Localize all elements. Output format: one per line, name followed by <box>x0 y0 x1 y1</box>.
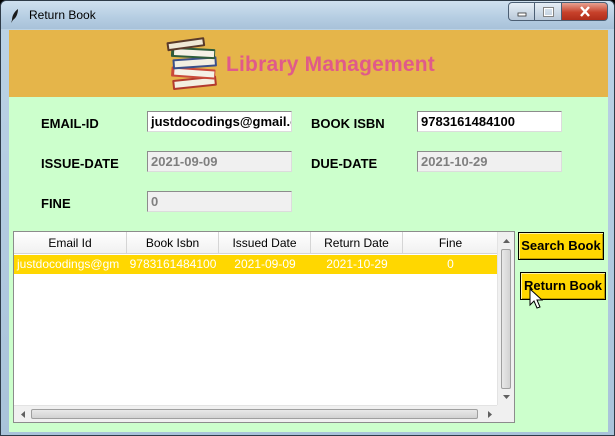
cell-isbn: 9783161484100 <box>129 257 217 271</box>
scroll-up-arrow[interactable] <box>498 232 515 249</box>
scroll-right-arrow[interactable] <box>481 406 498 423</box>
app-title: Library Management <box>226 53 435 76</box>
cell-return: 2021-10-29 <box>326 257 388 271</box>
close-button[interactable] <box>562 2 608 21</box>
issue-date-label: ISSUE-DATE <box>41 156 119 171</box>
feather-icon <box>11 9 18 23</box>
fine-field: 0 <box>147 191 292 212</box>
column-header-email[interactable]: Email Id <box>14 232 127 254</box>
maximize-icon <box>542 6 554 17</box>
email-label: EMAIL-ID <box>41 116 99 131</box>
scrollbar-corner <box>497 405 514 422</box>
app-window: Return Book Library Management EMAIL-ID … <box>0 0 615 436</box>
maximize-button[interactable] <box>535 2 562 21</box>
vertical-scrollbar[interactable] <box>497 232 514 405</box>
cell-issued: 2021-09-09 <box>234 257 296 271</box>
fine-label: FINE <box>41 196 71 211</box>
horizontal-scroll-thumb[interactable] <box>31 409 478 419</box>
chevron-up-icon <box>503 238 510 243</box>
issue-date-field: 2021-09-09 <box>147 151 292 172</box>
close-icon <box>579 6 590 17</box>
column-header-isbn[interactable]: Book Isbn <box>127 232 219 254</box>
chevron-right-icon <box>487 411 492 418</box>
due-date-label: DUE-DATE <box>311 156 378 171</box>
vertical-scroll-thumb[interactable] <box>501 249 511 389</box>
minimize-icon <box>517 12 526 16</box>
books-table[interactable]: Email Id Book Isbn Issued Date Return Da… <box>13 231 515 423</box>
chevron-left-icon <box>20 411 25 418</box>
email-field[interactable]: justdocodings@gmail.c <box>147 111 292 132</box>
due-date-field: 2021-10-29 <box>417 151 562 172</box>
search-book-button[interactable]: Search Book <box>518 232 604 260</box>
cell-email: justdocodings@gm <box>17 257 120 271</box>
header-banner: Library Management <box>9 30 608 97</box>
mouse-cursor-icon <box>529 288 543 309</box>
table-header: Email Id Book Isbn Issued Date Return Da… <box>14 232 498 254</box>
column-header-issued[interactable]: Issued Date <box>219 232 311 254</box>
window-controls <box>508 2 608 21</box>
client-area: Library Management EMAIL-ID justdocoding… <box>9 30 608 432</box>
scroll-left-arrow[interactable] <box>14 406 31 423</box>
chevron-down-icon <box>503 394 510 399</box>
scroll-down-arrow[interactable] <box>498 388 515 405</box>
isbn-field[interactable]: 9783161484100 <box>417 111 562 132</box>
books-stack-icon <box>166 37 217 90</box>
title-bar[interactable]: Return Book <box>1 1 614 29</box>
isbn-label: BOOK ISBN <box>311 116 385 131</box>
cell-fine: 0 <box>447 257 454 271</box>
minimize-button[interactable] <box>508 2 535 21</box>
column-header-return[interactable]: Return Date <box>311 232 403 254</box>
column-header-fine[interactable]: Fine <box>403 232 498 254</box>
window-title: Return Book <box>29 8 96 22</box>
table-row[interactable]: justdocodings@gm 9783161484100 2021-09-0… <box>14 255 498 274</box>
horizontal-scrollbar[interactable] <box>14 405 498 422</box>
